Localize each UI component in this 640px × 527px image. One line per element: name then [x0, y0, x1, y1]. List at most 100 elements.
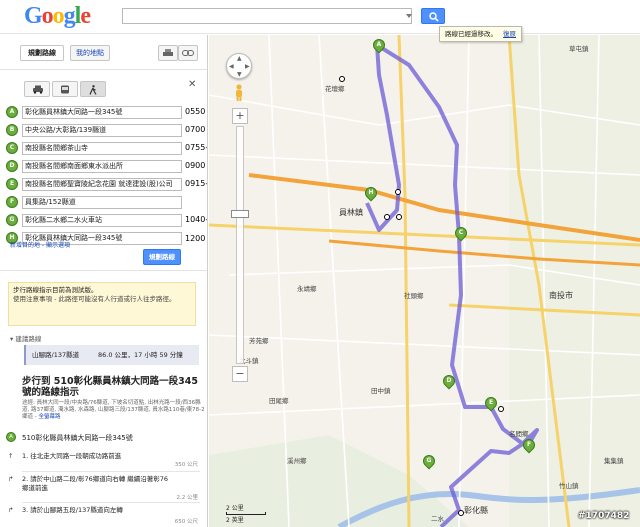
waypoint-input[interactable]: 南投縣名間鄉茶山寺 [22, 142, 182, 155]
suggested-routes-title: ▾ 建議路線 [10, 335, 42, 343]
map-place-label: 永靖鄉 [297, 285, 317, 293]
link-button[interactable] [178, 45, 198, 61]
divider [0, 270, 207, 271]
search-dropdown-icon[interactable] [406, 14, 412, 18]
waypoint-row: A 彰化縣員林鎮大同路一段345號 0550 [6, 106, 207, 120]
zoom-slider-handle[interactable] [231, 210, 249, 218]
map-place-label: 竹山鎮 [559, 482, 579, 490]
directions-sidebar: 規劃路線 我的地點 ✕ A 彰化縣員林鎮大同路一段345號 0550 B 中央公… [0, 35, 208, 527]
walking-icon [89, 85, 97, 95]
map-place-label: 溪州鄉 [287, 457, 307, 465]
waypoint-row: D 南投縣名間鄉南面鄉東水派出所 0900 [6, 160, 207, 174]
turn-right-icon: ↱ [8, 475, 14, 483]
map-scale: 2 公里 2 英里 [226, 503, 266, 524]
start-address: 510彰化縣員林鎮大同路一段345號 [22, 434, 133, 442]
waypoint-input[interactable]: 南投縣名間鄉南面鄉東水派出所 [22, 160, 182, 173]
print-icon [163, 49, 173, 56]
map-place-label: 芳苑鄉 [249, 337, 269, 345]
pan-right-icon[interactable]: ▶ [245, 63, 250, 70]
waypoint-input[interactable]: 南投縣名間鄉聖寶陵紀念花園 就達建設(股)公司 [22, 178, 182, 191]
search-button[interactable] [421, 8, 445, 24]
marker-b-icon[interactable]: B [6, 124, 18, 136]
map-canvas[interactable]: 花壇鄉 員林鎮 二水 南投市 名間鄉 溪州鄉 永靖鄉 草屯鎮 社頭鄉 田中鎮 芳… [209, 35, 640, 527]
zoom-out-button[interactable]: − [232, 366, 248, 382]
marker-e-icon[interactable]: E [6, 178, 18, 190]
get-directions-button[interactable]: 規劃路線 [143, 249, 181, 265]
waypoint-row: B 中央公路/大彰路/139縣道 0700 [6, 124, 207, 138]
divider [22, 471, 200, 472]
waypoint-time: 0915-0950 [185, 179, 208, 188]
map-place-label: 二水 [431, 515, 444, 523]
route-name: 山腳路/137縣道 [32, 351, 80, 359]
waypoint-time: 0700 [185, 125, 206, 134]
mode-driving-button[interactable] [24, 81, 50, 97]
map-place-label: 社頭鄉 [404, 292, 424, 300]
marker-g-icon[interactable]: G [6, 214, 18, 226]
link-icon [182, 50, 194, 56]
tab-my-places[interactable]: 我的地點 [70, 45, 110, 61]
pegman-icon[interactable] [233, 84, 245, 102]
search-icon [429, 12, 439, 22]
straight-arrow-icon: ↑ [8, 452, 14, 460]
map-place-label: 田中鎮 [371, 387, 391, 395]
bus-icon [61, 85, 69, 94]
waypoint-time: 0755-0825 [185, 143, 208, 152]
zoom-slider[interactable] [236, 126, 244, 364]
map-place-label: 草屯鎮 [569, 45, 589, 53]
print-button[interactable] [158, 45, 178, 61]
pan-control[interactable]: ▲ ▼ ◀ ▶ [226, 53, 252, 79]
waypoint-row: F 員集路/152縣道 [6, 196, 207, 210]
divider [22, 502, 200, 503]
turn-right-icon: ↱ [8, 506, 14, 514]
marker-c-icon[interactable]: C [6, 142, 18, 154]
waypoint-time: 0900 [185, 161, 206, 170]
undo-link[interactable]: 復原 [503, 30, 516, 38]
map-place-label: 名間鄉 [509, 430, 529, 438]
google-logo[interactable]: Google [24, 3, 91, 30]
map-place-label: 南投市 [549, 291, 573, 300]
notice-title: 步行路線指示目前為測試版。 [13, 286, 98, 294]
zoom-in-button[interactable]: + [232, 108, 248, 124]
top-header: Google [0, 0, 640, 34]
waypoint-time: 1040-1050 [185, 215, 208, 224]
waypoint-input[interactable]: 彰化縣員林鎮大同路一段345號 [22, 106, 182, 119]
mode-transit-button[interactable] [52, 81, 78, 97]
marker-a-icon[interactable]: A [6, 106, 18, 118]
map-place-label: 花壇鄉 [325, 85, 345, 93]
marker-f-icon[interactable]: F [6, 196, 18, 208]
notice-body: 使用注意事項 - 此路徑可能沒有人行道或行人往步路徑。 [13, 295, 176, 303]
waypoint-row: C 南投縣名間鄉茶山寺 0755-0825 [6, 142, 208, 156]
map-place-label: 田尾鄉 [269, 397, 289, 405]
mode-walking-button[interactable] [80, 81, 106, 97]
waypoint-input[interactable]: 彰化縣二水鄉二水火車站 [22, 214, 182, 227]
add-destination-link[interactable]: 新增目的地 - 顯示選項 [10, 240, 70, 249]
pan-up-icon[interactable]: ▲ [237, 55, 242, 62]
waypoint-row: E 南投縣名間鄉聖寶陵紀念花園 就達建設(股)公司 0915-0950 [6, 178, 208, 192]
map-place-label: 集集鎮 [604, 457, 624, 465]
waypoint-time: 0550 [185, 107, 206, 116]
directions-via: 途經: 員林大同一段/中央路/76縣道, 下坡名切道點, 出林光路一段/西36縣… [22, 400, 205, 420]
search-input[interactable] [122, 8, 412, 24]
map-roads [209, 35, 640, 527]
map-place-label: 彰化縣 [464, 506, 488, 515]
suggested-route[interactable]: 山腳路/137縣道 86.0 公里，17 小時 59 分鐘 [24, 345, 199, 365]
walking-beta-notice: 步行路線指示目前為測試版。 使用注意事項 - 此路徑可能沒有人行道或行人往步路徑… [8, 282, 196, 326]
waypoint-row: G 彰化縣二水鄉二水火車站 1040-1050 [6, 214, 208, 228]
watermark: #1707482 [578, 511, 630, 521]
waypoint-time: 1200 [全家休20] [185, 234, 207, 243]
directions-title: 步行到 510彰化縣員林鎮大同路一段345號的路線指示 [22, 376, 198, 398]
marker-d-icon[interactable]: D [6, 160, 18, 172]
route-changed-tooltip: 路線已經過移改。 復原 [439, 26, 522, 42]
pan-left-icon[interactable]: ◀ [229, 63, 234, 70]
map-place-label: 員林鎮 [339, 208, 363, 217]
tab-directions[interactable]: 規劃路線 [20, 45, 64, 61]
close-icon[interactable]: ✕ [188, 79, 196, 90]
route-summary: 86.0 公里，17 小時 59 分鐘 [98, 351, 183, 359]
pan-down-icon[interactable]: ▼ [237, 71, 242, 78]
waypoint-input[interactable]: 中央公路/大彰路/139縣道 [22, 124, 182, 137]
waypoint-input[interactable]: 員集路/152縣道 [22, 196, 182, 209]
car-icon [33, 85, 43, 94]
divider [0, 69, 207, 70]
start-marker-icon: A [6, 432, 16, 442]
fullscreen-link[interactable]: 全螢幕路 [39, 414, 61, 420]
